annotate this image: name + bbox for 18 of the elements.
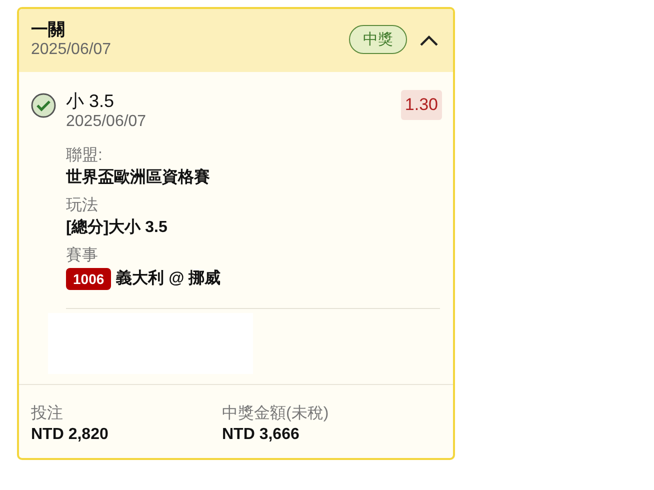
bet-title: 一關 (31, 20, 66, 40)
odds: 1.30 (400, 90, 442, 120)
field-label: 玩法 (66, 196, 99, 216)
footer-amount: NTD 3,666 (222, 425, 300, 445)
field-label: 聯盟: (66, 146, 104, 166)
selection: 小 3.5 (66, 90, 116, 112)
bet-date: 2025/06/07 (31, 40, 112, 59)
collapse-icon[interactable] (419, 34, 439, 46)
footer-label: 中獎金額(未稅) (222, 404, 330, 424)
field-label: 賽事 (66, 246, 99, 266)
league-name: 世界盃歐洲區資格賽 (66, 167, 211, 188)
leg-date: 2025/06/07 (66, 112, 148, 131)
status-badge: 中獎 (349, 25, 407, 54)
market-name: [總分]大小 3.5 (66, 218, 168, 238)
match-number-badge: 1006 (66, 268, 112, 290)
footer-label: 投注 (31, 404, 64, 424)
footer-amount: NTD 2,820 (31, 425, 110, 445)
match-name: 義大利 @ 挪威 (116, 268, 221, 289)
